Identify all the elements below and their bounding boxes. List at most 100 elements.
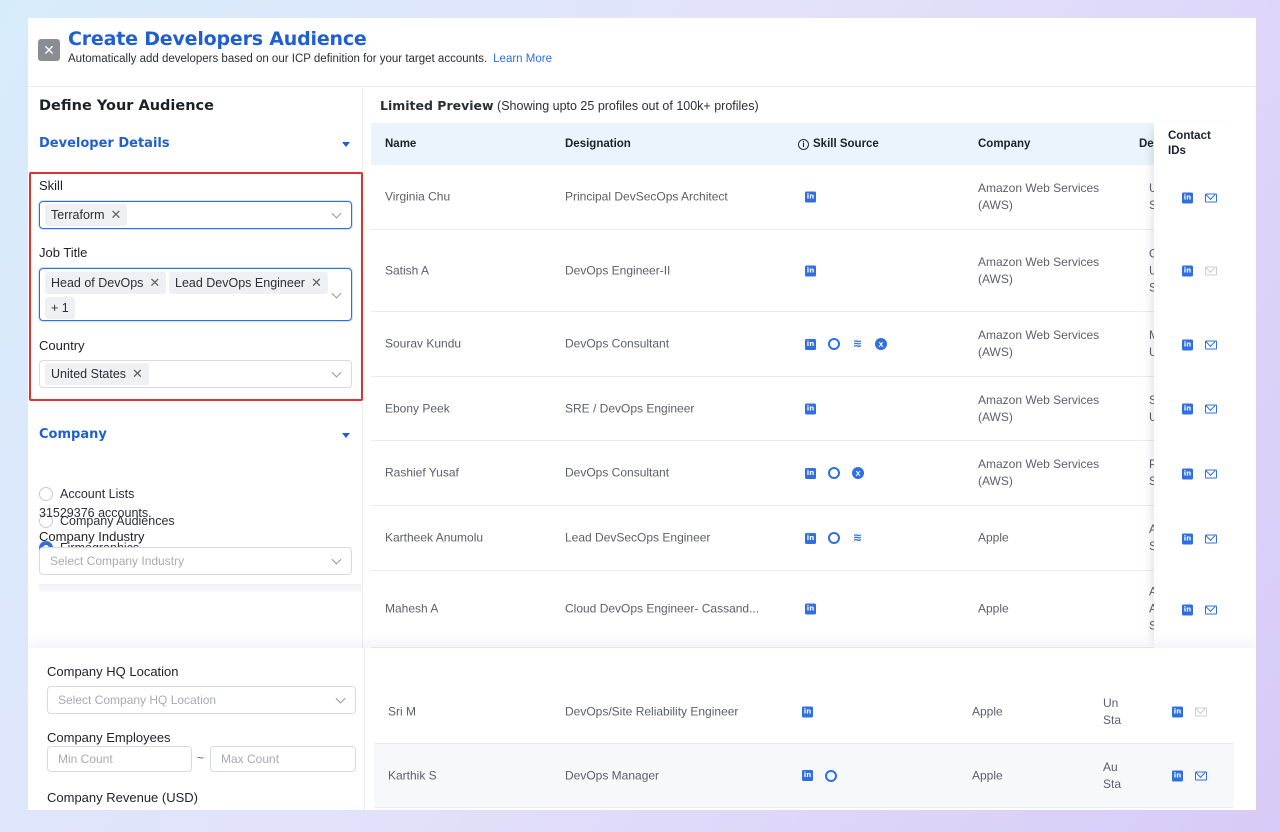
min-count-input[interactable]: Min Count [47, 746, 192, 772]
chevron-down-icon[interactable] [342, 142, 350, 147]
col-name[interactable]: Name [385, 123, 416, 165]
contact-cell: in [1182, 533, 1217, 544]
industry-select[interactable]: Select Company Industry [39, 547, 352, 575]
col-department[interactable]: De [1139, 123, 1154, 165]
chevron-down-icon [331, 554, 342, 565]
github-icon[interactable] [825, 769, 837, 782]
department-cell: Au Sta [1103, 759, 1123, 793]
linkedin-icon[interactable]: in [802, 706, 813, 717]
mail-icon[interactable] [1205, 193, 1217, 202]
remove-tag-icon[interactable]: ✕ [110, 207, 121, 223]
tag-label: Lead DevOps Engineer [175, 276, 305, 290]
name-cell: Sourav Kundu [385, 336, 462, 351]
mail-icon[interactable] [1205, 605, 1217, 614]
company-cell: Amazon Web Services (AWS) [978, 392, 1100, 424]
close-icon: ✕ [43, 42, 55, 58]
linkedin-icon[interactable]: in [1172, 706, 1183, 717]
linkedin-icon[interactable]: in [805, 191, 816, 203]
col-skill-source[interactable]: i Skill Source [798, 123, 879, 165]
mail-icon[interactable] [1205, 404, 1217, 414]
remove-tag-icon[interactable]: ✕ [311, 275, 322, 291]
table-row[interactable]: Sri M DevOps/Site Reliability Engineer in A… [374, 680, 1234, 744]
col-designation[interactable]: Designation [565, 123, 631, 165]
linkedin-icon[interactable]: in [805, 338, 816, 350]
department-line: Au [1103, 759, 1118, 774]
company-cell: Amazon Web Services (AWS) [978, 181, 1100, 212]
max-count-input[interactable]: Max Count [210, 746, 356, 772]
table-row[interactable]: Sourav Kundu DevOps Consultant in ≋ X Amazon … [371, 312, 1244, 377]
skill-source-cell: in [805, 265, 816, 276]
designation-cell: DevOps/Site Reliability Engineer [565, 704, 739, 718]
linkedin-icon[interactable]: in [1182, 192, 1193, 203]
skill-tag: Terraform ✕ [45, 204, 128, 226]
stackoverflow-icon[interactable]: ≋ [852, 532, 863, 544]
twitter-icon[interactable]: X [852, 467, 864, 479]
chevron-down-icon [331, 367, 342, 378]
github-icon[interactable] [828, 467, 840, 479]
col-company[interactable]: Company [978, 123, 1030, 165]
table-row[interactable]: Virginia Chu Principal DevSecOps Architec… [371, 165, 1244, 230]
close-button[interactable]: ✕ [38, 39, 60, 61]
linkedin-icon[interactable]: in [1182, 339, 1193, 350]
lower-card: Company HQ Location Select Company HQ Lo… [28, 648, 1256, 810]
radio-button[interactable] [39, 487, 53, 501]
linkedin-icon[interactable]: in [805, 403, 816, 414]
learn-more-link[interactable]: Learn More [493, 53, 552, 65]
linkedin-icon[interactable]: in [805, 532, 816, 544]
job-title-tag: Head of DevOps ✕ [45, 272, 167, 294]
linkedin-icon[interactable]: in [1172, 770, 1183, 781]
name-cell: Sri M [388, 704, 416, 718]
contact-cell: in [1182, 265, 1217, 277]
contact-cell: in [1182, 604, 1217, 615]
table-row[interactable]: Rashief Yusaf DevOps Consultant in X Amazon … [371, 441, 1244, 506]
table-row[interactable]: Ebony Peek SRE / DevOps Engineer in Amazon … [371, 377, 1244, 441]
company-cell: Amazon Web Services (AWS) [978, 254, 1100, 286]
mail-icon[interactable] [1195, 771, 1207, 780]
chevron-down-icon [331, 288, 342, 299]
linkedin-icon[interactable]: in [805, 467, 816, 479]
stackoverflow-icon[interactable]: ≋ [852, 338, 863, 350]
chevron-down-icon[interactable] [342, 433, 350, 438]
linkedin-icon[interactable]: in [805, 265, 816, 276]
linkedin-icon[interactable]: in [805, 603, 816, 615]
company-header[interactable]: Company [39, 427, 107, 442]
table-row[interactable]: Satish A DevOps Engineer-II in Amazon Web S… [371, 230, 1244, 312]
remove-tag-icon[interactable]: ✕ [149, 275, 160, 291]
range-separator: ~ [197, 751, 205, 765]
linkedin-icon[interactable]: in [1182, 604, 1193, 615]
mail-icon[interactable] [1205, 534, 1217, 543]
skill-source-cell: in [805, 191, 816, 203]
linkedin-icon[interactable]: in [1182, 403, 1193, 415]
department-cell: Un Sta [1103, 695, 1123, 729]
mail-icon[interactable] [1205, 469, 1217, 478]
job-title-select[interactable]: Head of DevOps ✕ Lead DevOps Engineer ✕ + … [39, 268, 352, 321]
country-select[interactable]: United States ✕ [39, 360, 352, 388]
more-count: + 1 [51, 301, 69, 315]
info-icon[interactable]: i [798, 138, 809, 150]
radio-account-lists[interactable]: Account Lists [39, 487, 134, 501]
col-contact-ids[interactable]: Contact IDs [1168, 129, 1228, 159]
twitter-icon[interactable]: X [875, 338, 887, 350]
country-label: Country [39, 338, 85, 353]
linkedin-icon[interactable]: in [1182, 468, 1193, 479]
table-row[interactable]: Mahesh A Cloud DevOps Engineer- Cassand..… [371, 571, 1244, 648]
linkedin-icon[interactable]: in [1182, 533, 1193, 544]
skill-select[interactable]: Terraform ✕ [39, 201, 352, 229]
hq-location-select[interactable]: Select Company HQ Location [47, 686, 356, 714]
name-cell: Mahesh A [385, 601, 439, 616]
linkedin-icon[interactable]: in [1182, 265, 1193, 277]
linkedin-icon[interactable]: in [802, 770, 813, 781]
github-icon[interactable] [828, 532, 840, 544]
accounts-count: 31529376 accounts. [39, 506, 152, 520]
hq-location-label: Company HQ Location [47, 664, 179, 679]
contact-cell: in [1182, 339, 1217, 350]
table-row[interactable]: Karthik S DevOps Manager in Apple Au Sta in [374, 744, 1234, 808]
github-icon[interactable] [828, 338, 840, 350]
more-tags-badge[interactable]: + 1 [45, 297, 75, 319]
table-row[interactable]: Kartheek Anumolu Lead DevSecOps Engineer i… [371, 506, 1244, 571]
developer-details-header[interactable]: Developer Details [39, 136, 170, 151]
contact-cell: in [1182, 468, 1217, 479]
tag-label: Head of DevOps [51, 276, 144, 290]
mail-icon[interactable] [1205, 340, 1217, 349]
remove-tag-icon[interactable]: ✕ [132, 366, 143, 382]
